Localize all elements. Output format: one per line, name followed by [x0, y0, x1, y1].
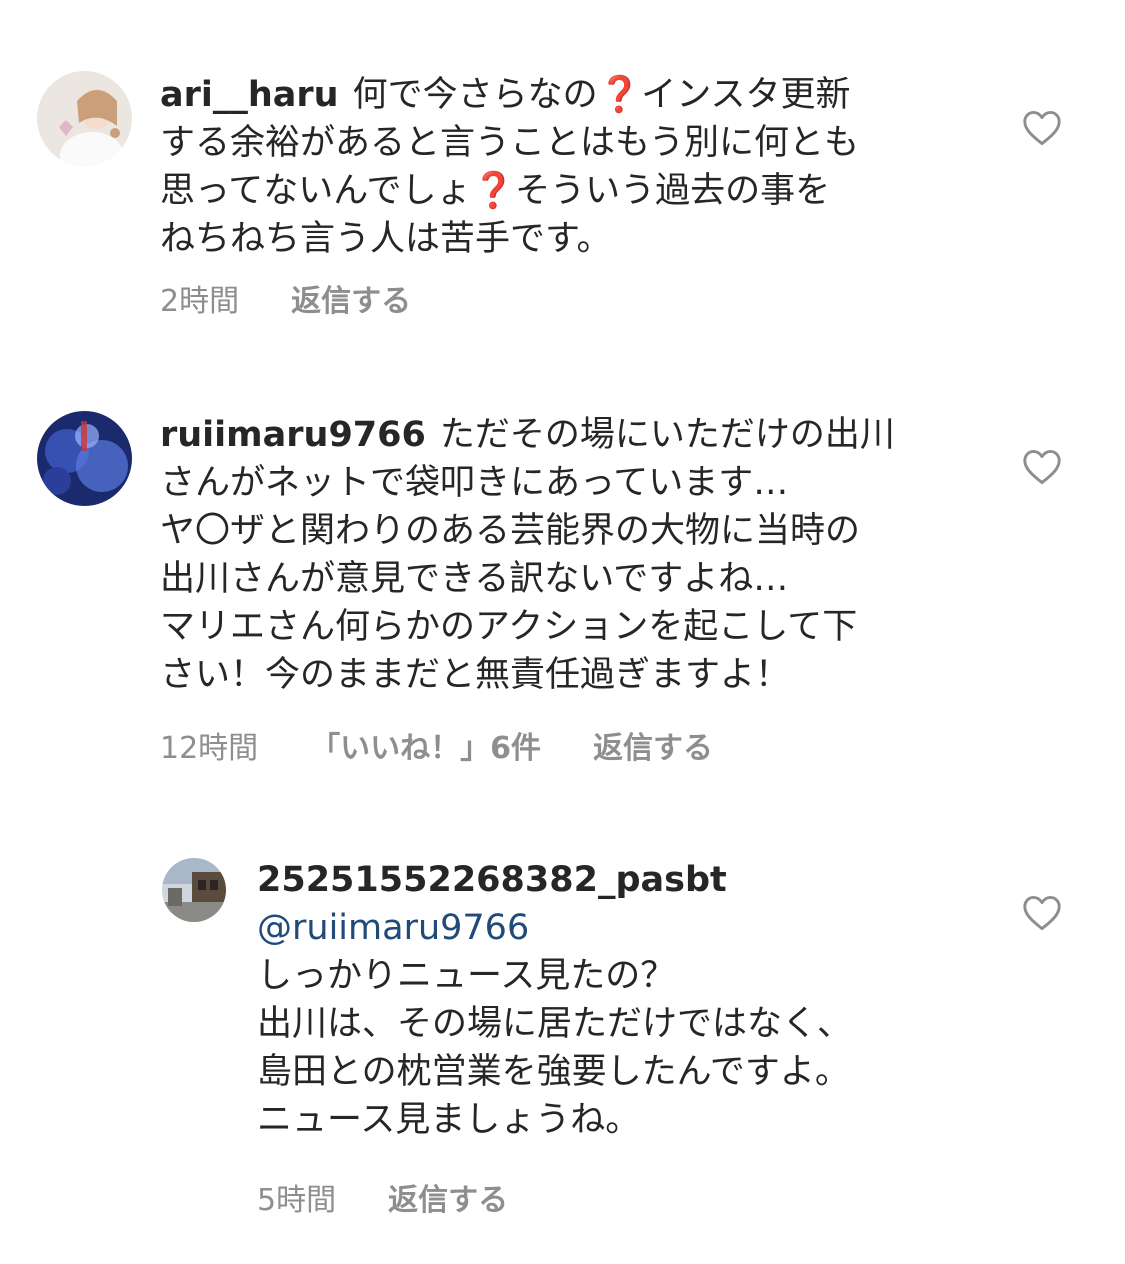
user-avatar-image	[37, 411, 132, 506]
comment-body: ari__haru 何で今さらなの❓インスタ更新 する余裕があると言うことはもう別…	[160, 71, 859, 263]
comment-text: ニュース見ましょうね。	[257, 1100, 641, 1140]
avatar-ruiimaru9766[interactable]	[37, 411, 132, 506]
reply-button[interactable]: 返信する	[593, 731, 713, 766]
comment-body: ruiimaru9766 ただその場にいただけの出川 さんがネットで袋叩きにあって…	[160, 411, 895, 699]
comment-meta: 5時間 返信する	[257, 1181, 560, 1221]
comment-text: マリエさん何らかのアクションを起こして下	[160, 607, 858, 647]
comment-time: 12時間	[160, 731, 259, 766]
comment-time: 2時間	[160, 284, 240, 319]
likes-count-link[interactable]: 「いいね！」6件	[310, 731, 541, 766]
comment-text: 何で今さらなの	[352, 75, 598, 115]
comment-text: 出川さんが意見できる訳ないですよね…	[160, 559, 789, 599]
comment-text: 島田との枕営業を強要したんですよ。	[257, 1052, 850, 1092]
avatar-ari-haru[interactable]	[37, 71, 132, 166]
user-avatar-image	[162, 858, 226, 922]
mention-link[interactable]: @ruiimaru9766	[257, 908, 529, 948]
comment-text: 出川は、その場に居ただけではなく、	[257, 1004, 853, 1044]
avatar-25251552268382-pasbt[interactable]	[162, 858, 226, 922]
comment-text: しっかりニュース見たの？	[257, 956, 676, 996]
comment-text: 思ってないんでしょ	[160, 171, 472, 211]
comment-username[interactable]: ari__haru	[160, 75, 339, 115]
comment-username[interactable]: ruiimaru9766	[160, 415, 426, 455]
comment-meta: 2時間 返信する	[160, 282, 463, 322]
comment-text: さんがネットで袋叩きにあっています…	[160, 463, 789, 503]
comment-text: さい！今のままだと無責任過ぎますよ！	[160, 655, 791, 695]
reply-button[interactable]: 返信する	[388, 1183, 508, 1218]
comment-meta: 12時間 「いいね！」6件 返信する	[160, 729, 765, 769]
comment-text: ヤ〇ザと関わりのある芸能界の大物に当時の	[160, 511, 861, 551]
heart-outline-icon[interactable]	[1022, 895, 1062, 931]
comment-body: 25251552268382_pasbt @ruiimaru9766 しっかりニ…	[257, 856, 852, 1144]
heart-outline-icon[interactable]	[1022, 449, 1062, 485]
comment-text: インスタ更新	[641, 75, 851, 115]
reply-button[interactable]: 返信する	[291, 284, 411, 319]
comment-username[interactable]: 25251552268382_pasbt	[257, 860, 727, 900]
heart-outline-icon[interactable]	[1022, 110, 1062, 146]
comment-time: 5時間	[257, 1183, 337, 1218]
comment-text: する余裕があると言うことはもう別に何とも	[160, 123, 859, 163]
comment-text: ただその場にいただけの出川	[439, 415, 895, 455]
comment-text: そういう過去の事を	[515, 171, 831, 211]
comment-text: ねちねち言う人は苦手です。	[160, 219, 612, 259]
question-mark-emoji: ❓	[597, 75, 642, 115]
user-avatar-image	[37, 71, 132, 166]
question-mark-emoji: ❓	[471, 171, 516, 211]
